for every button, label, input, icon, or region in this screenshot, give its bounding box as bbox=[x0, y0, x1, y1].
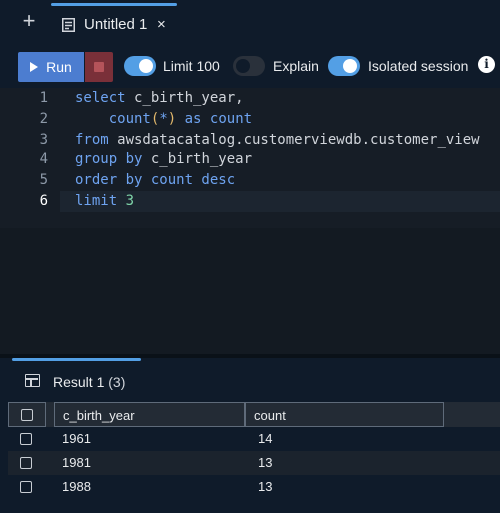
cell-count: 14 bbox=[258, 431, 273, 446]
stop-icon bbox=[94, 62, 104, 72]
code-token: * bbox=[159, 111, 168, 127]
code-token: 3 bbox=[125, 193, 135, 209]
tab-untitled-1[interactable]: Untitled 1 × bbox=[51, 3, 177, 44]
code-token: awsdatacatalog.customerviewdb.customer_v… bbox=[108, 132, 480, 148]
code-token: group by bbox=[75, 151, 143, 167]
run-button[interactable]: Run bbox=[18, 52, 84, 82]
code-line: from awsdatacatalog.customerviewdb.custo… bbox=[75, 130, 480, 151]
column-header-count[interactable]: count bbox=[245, 402, 444, 427]
code-line: count(*) as count bbox=[75, 109, 252, 130]
results-panel: Result 1 (3) c_birth_year count 1961 14 … bbox=[0, 358, 500, 513]
code-token: select bbox=[75, 90, 126, 106]
cell-count: 13 bbox=[258, 455, 273, 470]
run-button-label: Run bbox=[46, 59, 72, 75]
document-icon bbox=[62, 18, 75, 32]
results-tab-label: Result 1 (3) bbox=[53, 374, 125, 390]
results-tab-title: Result 1 bbox=[53, 374, 105, 390]
explain-toggle[interactable] bbox=[233, 56, 265, 76]
plus-icon[interactable]: + bbox=[18, 10, 40, 32]
cell-c-birth-year: 1981 bbox=[62, 455, 91, 470]
code-token: as bbox=[176, 111, 210, 127]
cell-c-birth-year: 1988 bbox=[62, 479, 91, 494]
isolated-session-label: Isolated session bbox=[368, 58, 469, 74]
active-tab-indicator bbox=[51, 3, 177, 6]
column-header-c-birth-year[interactable]: c_birth_year bbox=[54, 402, 245, 427]
editor-empty-area bbox=[0, 228, 500, 354]
code-line: order by count desc bbox=[75, 170, 235, 191]
table-row[interactable]: 1961 14 bbox=[8, 427, 500, 451]
code-token: c_birth_year, bbox=[125, 90, 244, 106]
code-token: order by count desc bbox=[75, 172, 236, 188]
line-number-gutter: 1 2 3 4 5 6 bbox=[0, 88, 60, 354]
code-line: group by c_birth_year bbox=[75, 149, 252, 170]
table-row[interactable]: 1988 13 bbox=[8, 475, 500, 499]
line-number: 3 bbox=[39, 132, 48, 148]
stop-button[interactable] bbox=[85, 52, 113, 82]
close-icon[interactable]: × bbox=[157, 16, 166, 33]
line-number: 1 bbox=[39, 90, 48, 106]
row-checkbox[interactable] bbox=[20, 457, 32, 469]
table-icon bbox=[25, 374, 40, 387]
sql-editor[interactable]: 1 2 3 4 5 6 select c_birth_year, count(*… bbox=[0, 88, 500, 354]
results-row-count: (3) bbox=[108, 374, 126, 390]
code-token: c_birth_year bbox=[142, 151, 253, 167]
table-row[interactable]: 1981 13 bbox=[8, 451, 500, 475]
row-checkbox[interactable] bbox=[20, 481, 32, 493]
line-number: 2 bbox=[39, 111, 48, 127]
code-token: count bbox=[108, 111, 151, 127]
tab-bar: + Untitled 1 × bbox=[0, 0, 500, 44]
explain-label: Explain bbox=[273, 58, 319, 74]
active-tab-indicator bbox=[12, 358, 141, 361]
line-number: 5 bbox=[39, 172, 48, 188]
cell-c-birth-year: 1961 bbox=[62, 431, 91, 446]
line-number: 4 bbox=[39, 151, 48, 167]
cell-count: 13 bbox=[258, 479, 273, 494]
tab-result-1[interactable]: Result 1 (3) bbox=[12, 358, 141, 400]
select-all-checkbox[interactable] bbox=[21, 409, 33, 421]
info-icon[interactable]: i bbox=[478, 56, 495, 73]
isolated-session-toggle[interactable] bbox=[328, 56, 360, 76]
code-line: select c_birth_year, bbox=[75, 88, 244, 109]
limit-100-label: Limit 100 bbox=[163, 58, 220, 74]
play-icon bbox=[30, 62, 39, 72]
code-token: ) bbox=[167, 111, 177, 127]
code-line: limit 3 bbox=[75, 191, 134, 212]
query-toolbar: Run Limit 100 Explain Isolated session i bbox=[0, 44, 500, 88]
row-checkbox[interactable] bbox=[20, 433, 32, 445]
tab-label: Untitled 1 bbox=[84, 16, 148, 33]
line-number-active: 6 bbox=[39, 193, 48, 209]
table-header: c_birth_year count bbox=[8, 402, 500, 427]
code-token: from bbox=[75, 132, 109, 148]
code-token: count bbox=[209, 111, 253, 127]
code-token: limit bbox=[75, 193, 126, 209]
select-all-cell bbox=[8, 402, 46, 427]
limit-100-toggle[interactable] bbox=[124, 56, 156, 76]
